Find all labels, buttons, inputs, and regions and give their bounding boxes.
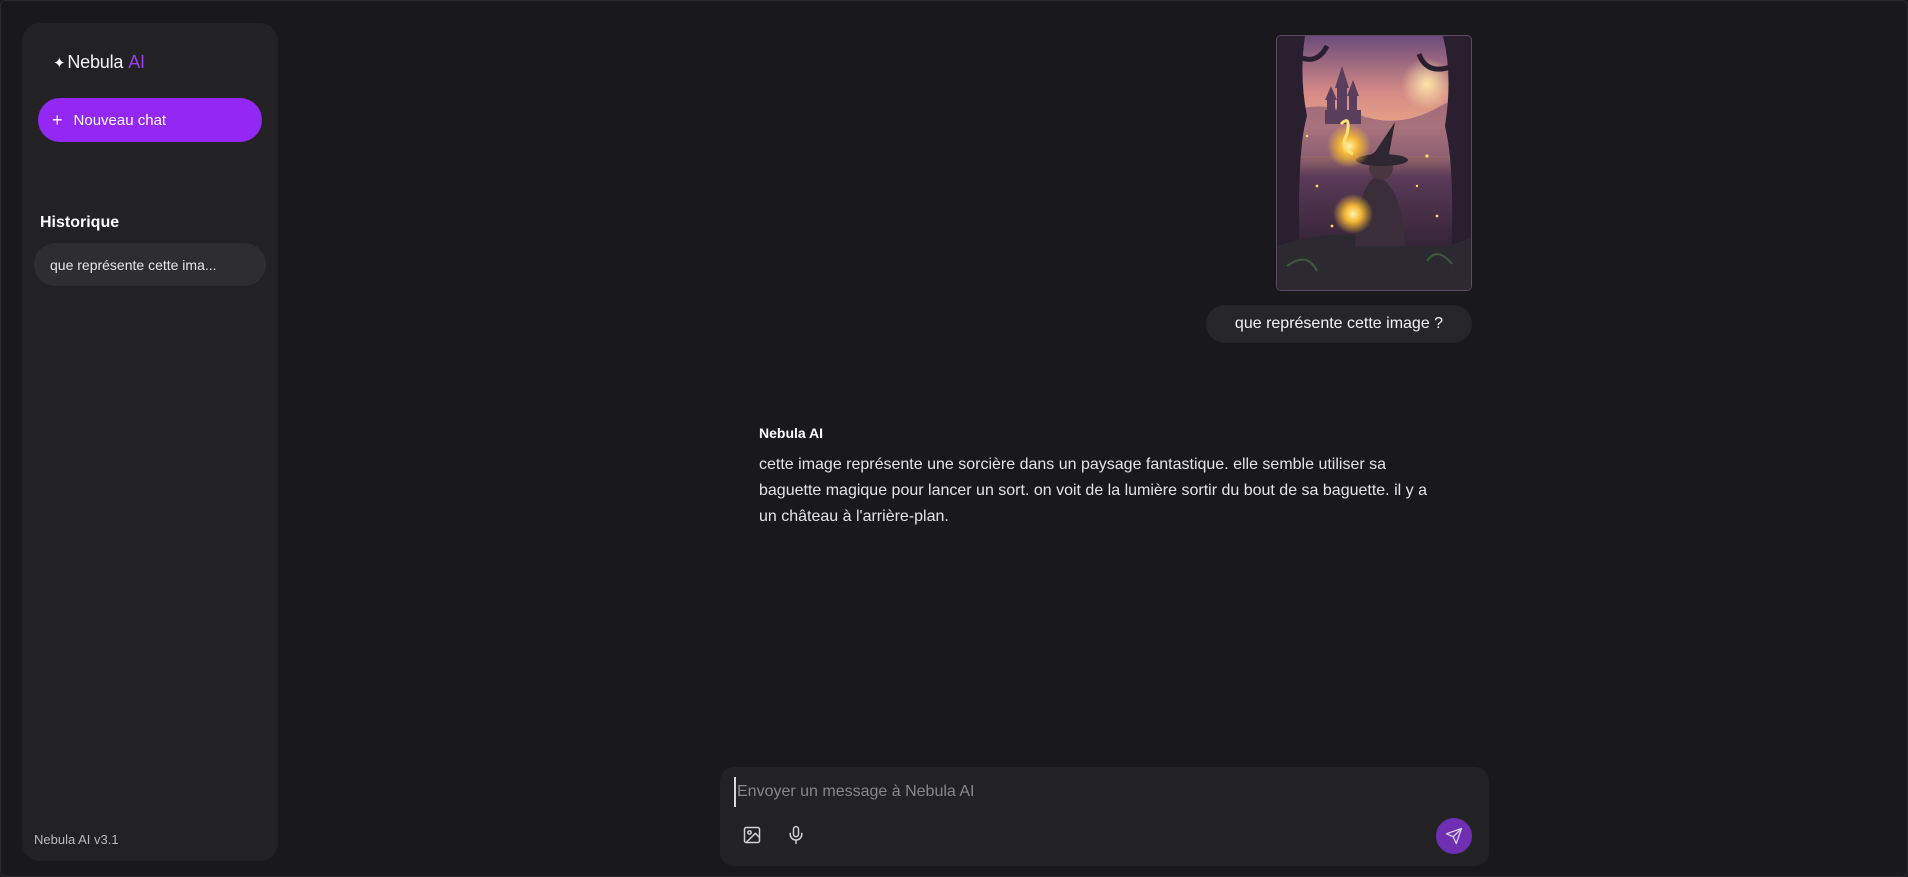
voice-input-button[interactable] [782,821,810,849]
history-item[interactable]: que représente cette ima... [34,243,266,286]
assistant-message: cette image représente une sorcière dans… [759,456,1427,525]
send-icon [1445,827,1463,845]
attach-image-button[interactable] [738,821,766,849]
sidebar: ✦ Nebula AI + Nouveau chat Historique qu… [22,23,278,861]
assistant-name: Nebula AI [759,425,824,441]
history-item-label: que représente cette ima... [50,256,217,273]
send-button[interactable] [1436,818,1472,854]
app-window: ✦ Nebula AI + Nouveau chat Historique qu… [0,0,1908,877]
version-label: Nebula AI v3.1 [34,832,119,847]
message-input[interactable] [734,777,1434,807]
user-message-text: que représente cette image ? [1234,315,1444,332]
user-uploaded-image[interactable] [1276,35,1472,291]
plus-icon: + [52,110,63,130]
sparkle-icon: ✦ [53,54,66,72]
microphone-icon [789,825,803,845]
new-chat-button[interactable]: + Nouveau chat [38,98,262,142]
message-composer [720,767,1489,866]
user-message-bubble: que représente cette image ? [1206,305,1472,343]
brand-name: Nebula [67,52,124,72]
brand-logo: ✦ Nebula AI [53,52,145,73]
brand-suffix: AI [128,52,145,72]
witch-illustration [1277,36,1471,290]
new-chat-label: Nouveau chat [73,111,167,129]
image-icon [743,826,761,844]
history-title: Historique [40,214,120,231]
